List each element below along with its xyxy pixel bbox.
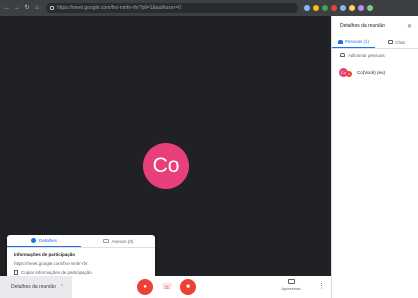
forward-icon[interactable]: → <box>14 5 20 11</box>
present-screen-icon <box>287 279 295 284</box>
lock-icon <box>50 6 54 10</box>
join-info-title: Informações de participação <box>14 252 76 257</box>
address-url: https://meet.google.com/fxx-nmhr-rhr?pli… <box>57 5 181 11</box>
browser-toolbar: ← → ↻ ⌂ https://meet.google.com/fxx-nmhr… <box>0 0 418 16</box>
reload-icon[interactable]: ↻ <box>24 5 30 11</box>
mic-muted-icon: ● <box>346 70 352 77</box>
panel-tabs: Pessoas (1) Chat <box>332 36 418 49</box>
extension-icon[interactable] <box>358 5 364 11</box>
mic-toggle-button[interactable]: ● <box>137 279 153 295</box>
side-panel: Detalhes da reunião ✕ Pessoas (1) Chat A… <box>331 16 418 298</box>
tab-attachments[interactable]: Anexos (0) <box>81 235 155 247</box>
tab-people[interactable]: Pessoas (1) <box>332 36 375 48</box>
present-button[interactable]: Apresentar <box>280 279 302 291</box>
add-people-label: Adicionar pessoas <box>348 52 385 58</box>
extension-icon[interactable] <box>304 5 310 11</box>
popup-tabs: Detalhes Anexos (0) <box>7 235 155 248</box>
panel-header: Detalhes da reunião ✕ <box>332 16 418 36</box>
tab-details-label: Detalhes <box>39 238 57 243</box>
popup-body: Informações de participação https://meet… <box>7 248 155 279</box>
tab-attachments-label: Anexos (0) <box>111 238 134 244</box>
add-person-icon <box>340 53 345 57</box>
more-options-icon[interactable]: ⋮ <box>318 283 325 290</box>
extension-icon[interactable] <box>313 5 319 11</box>
bottom-control-bar: Detalhes da reunião ⌃ ● ☏ ■ Apresentar ⋮ <box>0 276 331 298</box>
people-icon <box>337 39 343 44</box>
tab-chat[interactable]: Chat <box>375 36 418 48</box>
camera-toggle-button[interactable]: ■ <box>180 279 196 295</box>
meeting-url: https://meet.google.com/fxx-nmhr-rhr <box>14 261 88 266</box>
hang-up-icon: ☏ <box>161 282 172 291</box>
extension-icon[interactable] <box>367 5 373 11</box>
camera-off-icon: ■ <box>186 284 190 290</box>
video-area: Co Detalhes Anexos (0) Informações de pa… <box>0 16 331 287</box>
home-icon[interactable]: ⌂ <box>34 5 40 11</box>
attachment-icon <box>102 239 109 243</box>
extension-icons <box>304 5 373 11</box>
panel-title: Detalhes da reunião <box>340 23 385 29</box>
meeting-details-button[interactable]: Detalhes da reunião ⌃ <box>0 276 72 298</box>
extension-icon[interactable] <box>322 5 328 11</box>
extension-icon[interactable] <box>331 5 337 11</box>
tab-details[interactable]: Detalhes <box>7 235 81 247</box>
nav-icons: ← → ↻ ⌂ <box>0 5 40 11</box>
close-icon[interactable]: ✕ <box>407 23 412 30</box>
mic-off-icon: ● <box>143 284 147 290</box>
copy-join-info-label: Copiar informações de participação <box>21 270 92 275</box>
copy-join-info-button[interactable]: Copiar informações de participação <box>14 270 148 275</box>
leave-call-button[interactable]: ☏ <box>159 279 175 295</box>
participant-name: Co(Você) (eu) <box>357 69 386 75</box>
participant-row[interactable]: Co ● Co(Você) (eu) <box>332 63 418 81</box>
extension-icon[interactable] <box>340 5 346 11</box>
tab-people-label: Pessoas (1) <box>344 39 369 44</box>
chat-icon <box>388 40 394 44</box>
extension-icon[interactable] <box>349 5 355 11</box>
browser-window: ← → ↻ ⌂ https://meet.google.com/fxx-nmhr… <box>0 0 418 298</box>
add-people-button[interactable]: Adicionar pessoas <box>332 49 418 61</box>
info-icon <box>31 238 37 243</box>
present-label: Apresentar <box>281 286 301 291</box>
avatar: Co ● <box>339 67 352 77</box>
back-icon[interactable]: ← <box>4 5 10 11</box>
tab-chat-label: Chat <box>395 39 405 45</box>
copy-icon <box>14 270 18 275</box>
address-bar[interactable]: https://meet.google.com/fxx-nmhr-rhr?pli… <box>46 3 298 13</box>
chevron-up-icon: ⌃ <box>59 284 64 290</box>
meeting-details-label: Detalhes da reunião <box>11 284 56 290</box>
participant-avatar-large: Co <box>143 143 189 189</box>
